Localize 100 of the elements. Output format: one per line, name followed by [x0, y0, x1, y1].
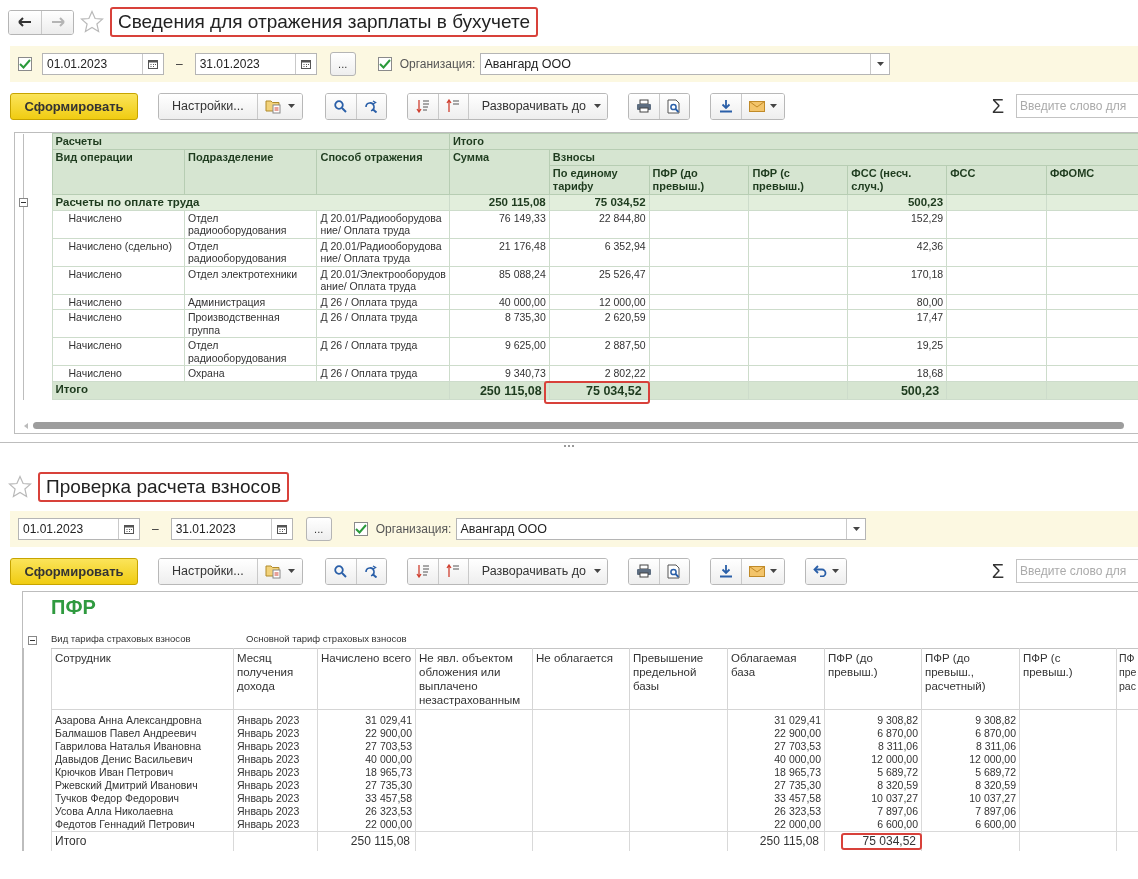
table-cell: Начислено [52, 365, 185, 381]
table-cell: Тучков Федор Федорович [51, 792, 234, 805]
splitter-handle[interactable] [564, 445, 574, 448]
back-button[interactable] [9, 10, 41, 34]
total-cell-text: 250 115,08 [758, 833, 820, 850]
column-group-header: Итого [449, 133, 1138, 150]
period-choice-button[interactable]: ... [305, 517, 332, 541]
column-header: ФСС [946, 165, 1047, 195]
tariff-value: Основной тариф страховых взносов [246, 633, 407, 644]
print-button[interactable] [628, 558, 659, 584]
sort-descending-button[interactable] [407, 93, 438, 119]
return-button[interactable] [805, 558, 846, 584]
print-preview-button[interactable] [658, 558, 689, 584]
print-preview-button[interactable] [658, 93, 689, 119]
star-icon[interactable] [80, 10, 104, 34]
table-cell: Гаврилова Наталья Ивановна [51, 740, 234, 753]
organization-checkbox[interactable] [353, 522, 368, 536]
download-icon [718, 99, 733, 113]
caret-icon [287, 569, 295, 573]
table-cell: 6 870,00 [921, 727, 1020, 740]
sort-descending-icon [415, 99, 430, 113]
search-field[interactable]: Введите слово для [1016, 94, 1138, 118]
table-cell: 8 320,59 [921, 779, 1020, 792]
date-field[interactable]: 01.01.2023 [42, 53, 164, 75]
table-cell: 5 689,72 [824, 766, 922, 779]
expand-to-dropdown[interactable]: Разворачивать до [467, 558, 607, 584]
generate-button[interactable]: Сформировать [10, 92, 138, 120]
send-email-button[interactable] [740, 93, 784, 119]
download-button[interactable] [710, 93, 741, 119]
caret-icon [287, 104, 295, 108]
envelope-icon [748, 100, 765, 112]
table-cell: 9 625,00 [449, 337, 550, 366]
expand-to-dropdown[interactable]: Разворачивать до [467, 93, 607, 119]
date-field[interactable]: 31.01.2023 [194, 53, 317, 75]
settings-button[interactable]: Настройки... [159, 93, 257, 119]
sum-button[interactable]: Σ [985, 94, 1010, 118]
search-refresh-icon [364, 99, 379, 113]
table-cell: Начислено (сдельно) [52, 238, 185, 266]
sort-ascending-button[interactable] [437, 93, 468, 119]
period-checkbox[interactable] [18, 57, 32, 71]
print-button[interactable] [628, 93, 659, 119]
organization-select[interactable]: Авангард ООО [456, 518, 867, 540]
sort-ascending-button[interactable] [437, 558, 468, 584]
table-cell: Январь 2023 [233, 805, 318, 818]
column-header: ФСС (несч. случ.) [847, 165, 947, 195]
organization-label: Организация: [399, 57, 476, 71]
sort-ascending-icon [446, 564, 461, 578]
settings-button[interactable]: Настройки... [159, 558, 257, 584]
find-next-button[interactable] [355, 93, 386, 119]
organization-checkbox[interactable] [377, 57, 392, 71]
report-options-button[interactable] [256, 93, 302, 119]
printer-icon [635, 564, 652, 578]
find-next-button[interactable] [355, 558, 386, 584]
column-header: Вид операции [52, 149, 185, 195]
table-cell: Балмашов Павел Андреевич [51, 727, 234, 740]
star-icon[interactable] [8, 475, 32, 499]
download-button[interactable] [710, 558, 741, 584]
period-choice-button[interactable]: ... [329, 52, 356, 76]
table-cell: 6 600,00 [824, 818, 922, 832]
column-header: Не облагается [532, 648, 630, 710]
envelope-icon [748, 565, 765, 577]
collapse-icon[interactable] [28, 636, 37, 645]
table-cell: 6 870,00 [824, 727, 922, 740]
search-field[interactable]: Введите слово для [1016, 559, 1138, 583]
sort-descending-button[interactable] [407, 558, 438, 584]
caret-icon [593, 569, 601, 573]
date-field[interactable]: 31.01.2023 [170, 518, 293, 540]
caret-icon [831, 569, 839, 573]
table-cell: Начислено [52, 337, 185, 366]
table-cell: Отдел электротехники [184, 266, 317, 294]
send-email-button[interactable] [740, 558, 784, 584]
column-header: Подразделение [184, 149, 317, 195]
search-button[interactable] [325, 93, 356, 119]
search-refresh-icon [364, 564, 379, 578]
table-cell: Д 20.01/Электрооборудование/ Оплата труда [316, 266, 450, 294]
column-header: Месяц получения дохода [233, 648, 318, 710]
column-header: ПФР (с превыш.) [1019, 648, 1117, 710]
table-cell: 22 844,80 [549, 210, 650, 238]
left-arrow-icon [18, 17, 32, 27]
organization-select[interactable]: Авангард ООО [480, 53, 891, 75]
sum-button[interactable]: Σ [985, 559, 1010, 583]
report-options-button[interactable] [256, 558, 302, 584]
collapse-icon[interactable] [19, 197, 28, 207]
date-field[interactable]: 01.01.2023 [18, 518, 140, 540]
generate-button[interactable]: Сформировать [10, 557, 138, 585]
table-cell: Январь 2023 [233, 740, 318, 753]
calendar-icon [300, 59, 311, 69]
table-cell: Отдел радиооборудования [184, 238, 317, 266]
table-cell: 40 000,00 [317, 753, 416, 766]
search-button[interactable] [325, 558, 356, 584]
column-header: Сумма [449, 149, 550, 195]
table-cell: 9 308,82 [921, 709, 1020, 727]
table-cell: 8 735,30 [449, 309, 550, 338]
report-title: Сведения для отражения зарплаты в бухучете [110, 7, 538, 37]
table-cell: 76 149,33 [449, 210, 550, 238]
caret-icon [769, 104, 777, 108]
table-cell: 22 000,00 [317, 818, 416, 832]
table-cell: 8 311,06 [824, 740, 922, 753]
total-label: Итого [51, 831, 234, 851]
table-cell: 152,29 [847, 210, 947, 238]
